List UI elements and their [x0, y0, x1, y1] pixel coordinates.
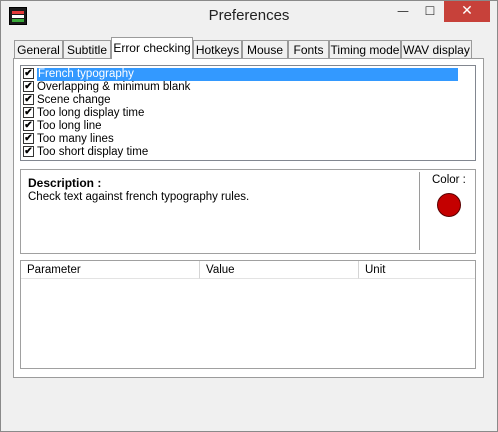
color-swatch-button[interactable] [437, 193, 461, 217]
list-item-label: Scene change [37, 94, 111, 106]
checkbox-checked-icon[interactable]: ✔ [23, 94, 34, 105]
checkbox-checked-icon[interactable]: ✔ [23, 107, 34, 118]
tab-subtitle[interactable]: Subtitle [63, 40, 111, 58]
list-item-label: French typography [37, 68, 458, 81]
minimize-button[interactable]: — [390, 1, 416, 22]
maximize-button[interactable]: ☐ [417, 1, 443, 22]
list-item-label: Too many lines [37, 133, 114, 145]
preferences-window: Preferences — ☐ ✕ General Subtitle Error… [0, 0, 498, 432]
description-title: Description : [28, 176, 102, 190]
list-item-label: Too long display time [37, 107, 145, 119]
tab-general[interactable]: General [14, 40, 63, 58]
column-header-value[interactable]: Value [200, 261, 359, 279]
tab-hotkeys[interactable]: Hotkeys [193, 40, 242, 58]
list-item-label: Too long line [37, 120, 102, 132]
error-check-list[interactable]: ✔ French typography ✔ Overlapping & mini… [20, 65, 476, 161]
description-text: Check text against french typography rul… [28, 191, 250, 203]
checkbox-checked-icon[interactable]: ✔ [23, 146, 34, 157]
column-header-parameter[interactable]: Parameter [21, 261, 200, 279]
column-header-unit[interactable]: Unit [359, 261, 475, 279]
list-item-label: Too short display time [37, 146, 149, 158]
close-button[interactable]: ✕ [444, 1, 490, 22]
list-item-label: Overlapping & minimum blank [37, 81, 191, 93]
tab-fonts[interactable]: Fonts [288, 40, 329, 58]
divider [419, 172, 420, 250]
description-box: Description : Check text against french … [20, 169, 476, 254]
checkbox-checked-icon[interactable]: ✔ [23, 68, 34, 79]
tab-mouse[interactable]: Mouse [242, 40, 288, 58]
dialog-client-area: General Subtitle Error checking Hotkeys … [9, 32, 490, 423]
checkbox-checked-icon[interactable]: ✔ [23, 120, 34, 131]
tab-error-checking[interactable]: Error checking [111, 37, 193, 59]
checkbox-checked-icon[interactable]: ✔ [23, 81, 34, 92]
title-bar[interactable]: Preferences — ☐ ✕ [1, 1, 497, 31]
parameter-table[interactable]: Parameter Value Unit [20, 260, 476, 369]
color-label: Color : [432, 174, 466, 186]
error-checking-panel: ✔ French typography ✔ Overlapping & mini… [13, 58, 484, 378]
tab-timing-mode[interactable]: Timing mode [329, 40, 401, 58]
tab-wav-display[interactable]: WAV display [401, 40, 472, 58]
checkbox-checked-icon[interactable]: ✔ [23, 133, 34, 144]
